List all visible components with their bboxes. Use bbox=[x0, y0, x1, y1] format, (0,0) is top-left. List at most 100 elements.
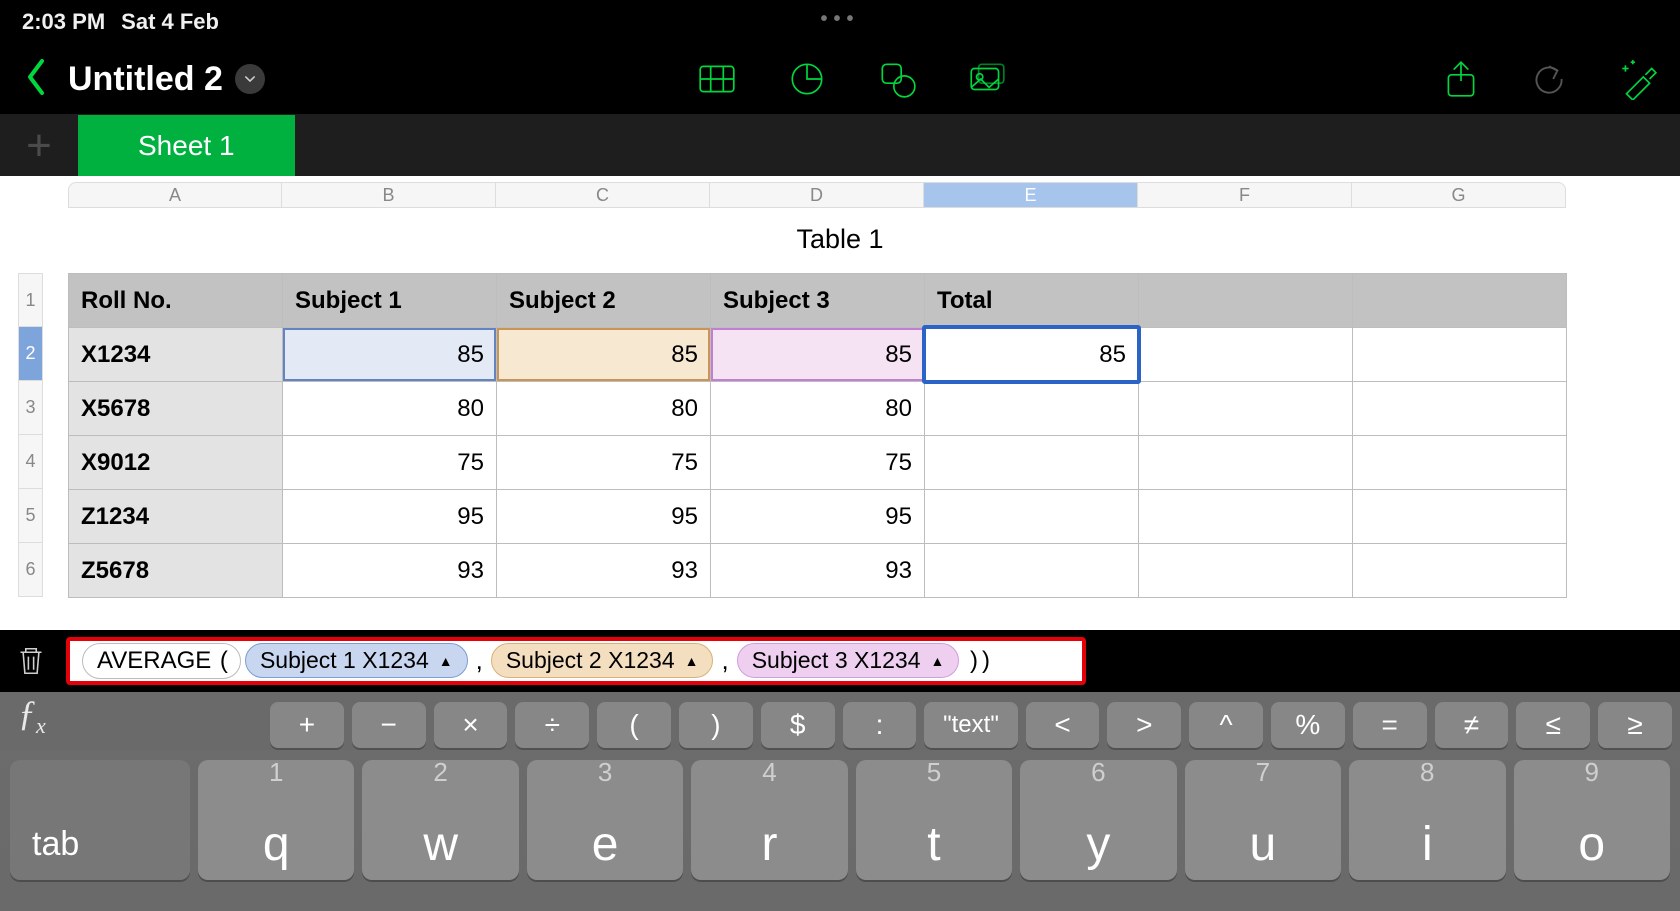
cell[interactable]: 93 bbox=[283, 544, 497, 598]
back-button[interactable] bbox=[22, 57, 50, 102]
cell[interactable]: 95 bbox=[711, 490, 925, 544]
cell[interactable] bbox=[1139, 382, 1353, 436]
cell[interactable] bbox=[925, 382, 1139, 436]
key-neq[interactable]: ≠ bbox=[1435, 702, 1509, 748]
cell[interactable] bbox=[1353, 382, 1567, 436]
insert-chart-icon[interactable] bbox=[786, 58, 828, 100]
cell[interactable]: 75 bbox=[283, 436, 497, 490]
row-hdr-3[interactable]: 3 bbox=[18, 381, 43, 435]
key-e[interactable]: 3 e bbox=[527, 760, 683, 880]
row-headers[interactable]: 1 2 3 4 5 6 bbox=[18, 273, 43, 598]
spreadsheet-canvas[interactable]: A B C D E F G Table 1 1 2 3 4 5 bbox=[0, 176, 1680, 630]
key-minus[interactable]: − bbox=[352, 702, 426, 748]
table-row[interactable]: X1234 85 85 85 85 bbox=[69, 328, 1567, 382]
key-t[interactable]: 5 t bbox=[856, 760, 1012, 880]
cell[interactable]: 75 bbox=[711, 436, 925, 490]
cell-c2[interactable]: 85 bbox=[497, 328, 711, 382]
key-rparen[interactable]: ) bbox=[679, 702, 753, 748]
insert-shape-icon[interactable] bbox=[876, 58, 918, 100]
key-ge[interactable]: ≥ bbox=[1598, 702, 1672, 748]
key-q[interactable]: 1 q bbox=[198, 760, 354, 880]
hdr-roll[interactable]: Roll No. bbox=[69, 274, 283, 328]
cell[interactable] bbox=[1139, 544, 1353, 598]
key-w[interactable]: 2 w bbox=[362, 760, 518, 880]
row-hdr-6[interactable]: 6 bbox=[18, 543, 43, 597]
formula-ref-2[interactable]: Subject 2 X1234▲ bbox=[491, 643, 714, 678]
cell[interactable] bbox=[925, 436, 1139, 490]
table-row[interactable]: Z5678 93 93 93 bbox=[69, 544, 1567, 598]
key-y[interactable]: 6 y bbox=[1020, 760, 1176, 880]
fx-mode-icon[interactable]: ƒx bbox=[18, 692, 46, 739]
key-plus[interactable]: + bbox=[270, 702, 344, 748]
hdr-total[interactable]: Total bbox=[925, 274, 1139, 328]
data-table[interactable]: Roll No. Subject 1 Subject 2 Subject 3 T… bbox=[68, 273, 1567, 598]
col-hdr-g[interactable]: G bbox=[1352, 182, 1566, 208]
key-eq[interactable]: = bbox=[1353, 702, 1427, 748]
table-title[interactable]: Table 1 bbox=[0, 224, 1680, 255]
cell[interactable]: 75 bbox=[497, 436, 711, 490]
row-hdr-4[interactable]: 4 bbox=[18, 435, 43, 489]
cell[interactable] bbox=[1353, 436, 1567, 490]
insert-table-icon[interactable] bbox=[696, 58, 738, 100]
insert-media-icon[interactable] bbox=[966, 58, 1008, 100]
hdr-empty-g[interactable] bbox=[1353, 274, 1567, 328]
cell-b2[interactable]: 85 bbox=[283, 328, 497, 382]
cell[interactable] bbox=[1139, 436, 1353, 490]
col-hdr-a[interactable]: A bbox=[68, 182, 282, 208]
cell-roll[interactable]: X9012 bbox=[69, 436, 283, 490]
cell-roll[interactable]: X5678 bbox=[69, 382, 283, 436]
col-hdr-e[interactable]: E bbox=[924, 182, 1138, 208]
key-divide[interactable]: ÷ bbox=[515, 702, 589, 748]
cell-roll[interactable]: Z1234 bbox=[69, 490, 283, 544]
add-sheet-button[interactable]: + bbox=[0, 115, 78, 176]
cell[interactable]: 80 bbox=[711, 382, 925, 436]
cell[interactable]: 93 bbox=[497, 544, 711, 598]
key-r[interactable]: 4 r bbox=[691, 760, 847, 880]
formula-ref-1[interactable]: Subject 1 X1234▲ bbox=[245, 643, 468, 678]
cell[interactable] bbox=[925, 544, 1139, 598]
hdr-s2[interactable]: Subject 2 bbox=[497, 274, 711, 328]
cell-e2-active[interactable]: 85 bbox=[925, 328, 1139, 382]
share-icon[interactable] bbox=[1440, 58, 1482, 100]
key-tab[interactable]: tab bbox=[10, 760, 190, 880]
cell[interactable]: 80 bbox=[497, 382, 711, 436]
column-headers[interactable]: A B C D E F G bbox=[68, 182, 1566, 208]
cell[interactable]: 80 bbox=[283, 382, 497, 436]
key-u[interactable]: 7 u bbox=[1185, 760, 1341, 880]
cell[interactable]: 95 bbox=[497, 490, 711, 544]
cell-f2[interactable] bbox=[1139, 328, 1353, 382]
table-row[interactable]: Z1234 95 95 95 bbox=[69, 490, 1567, 544]
format-brush-icon[interactable] bbox=[1616, 58, 1658, 100]
hdr-s1[interactable]: Subject 1 bbox=[283, 274, 497, 328]
document-title[interactable]: Untitled 2 bbox=[68, 60, 265, 99]
table-row[interactable]: X9012 75 75 75 bbox=[69, 436, 1567, 490]
formula-ref-3[interactable]: Subject 3 X1234▲ bbox=[737, 643, 960, 678]
cell[interactable] bbox=[1139, 490, 1353, 544]
key-lt[interactable]: < bbox=[1026, 702, 1100, 748]
col-hdr-b[interactable]: B bbox=[282, 182, 496, 208]
cell-d2[interactable]: 85 bbox=[711, 328, 925, 382]
hdr-s3[interactable]: Subject 3 bbox=[711, 274, 925, 328]
cell[interactable]: 93 bbox=[711, 544, 925, 598]
key-colon[interactable]: : bbox=[843, 702, 917, 748]
table-row[interactable]: X5678 80 80 80 bbox=[69, 382, 1567, 436]
key-dollar[interactable]: $ bbox=[761, 702, 835, 748]
row-hdr-5[interactable]: 5 bbox=[18, 489, 43, 543]
delete-formula-button[interactable] bbox=[14, 645, 48, 677]
key-i[interactable]: 8 i bbox=[1349, 760, 1505, 880]
key-o[interactable]: 9 o bbox=[1514, 760, 1670, 880]
formula-function[interactable]: AVERAGE ( bbox=[82, 643, 241, 679]
key-gt[interactable]: > bbox=[1107, 702, 1181, 748]
keyboard[interactable]: ƒx + − × ÷ ( ) $ : "text" < > ^ % = ≠ bbox=[0, 692, 1680, 911]
row-hdr-2[interactable]: 2 bbox=[18, 327, 43, 381]
formula-bar[interactable]: AVERAGE ( Subject 1 X1234▲ , Subject 2 X… bbox=[66, 637, 1086, 685]
cell[interactable] bbox=[1353, 490, 1567, 544]
cell-g2[interactable] bbox=[1353, 328, 1567, 382]
key-le[interactable]: ≤ bbox=[1516, 702, 1590, 748]
key-caret[interactable]: ^ bbox=[1189, 702, 1263, 748]
cell-roll[interactable]: X1234 bbox=[69, 328, 283, 382]
key-times[interactable]: × bbox=[434, 702, 508, 748]
col-hdr-f[interactable]: F bbox=[1138, 182, 1352, 208]
row-hdr-1[interactable]: 1 bbox=[18, 273, 43, 327]
cell[interactable]: 95 bbox=[283, 490, 497, 544]
